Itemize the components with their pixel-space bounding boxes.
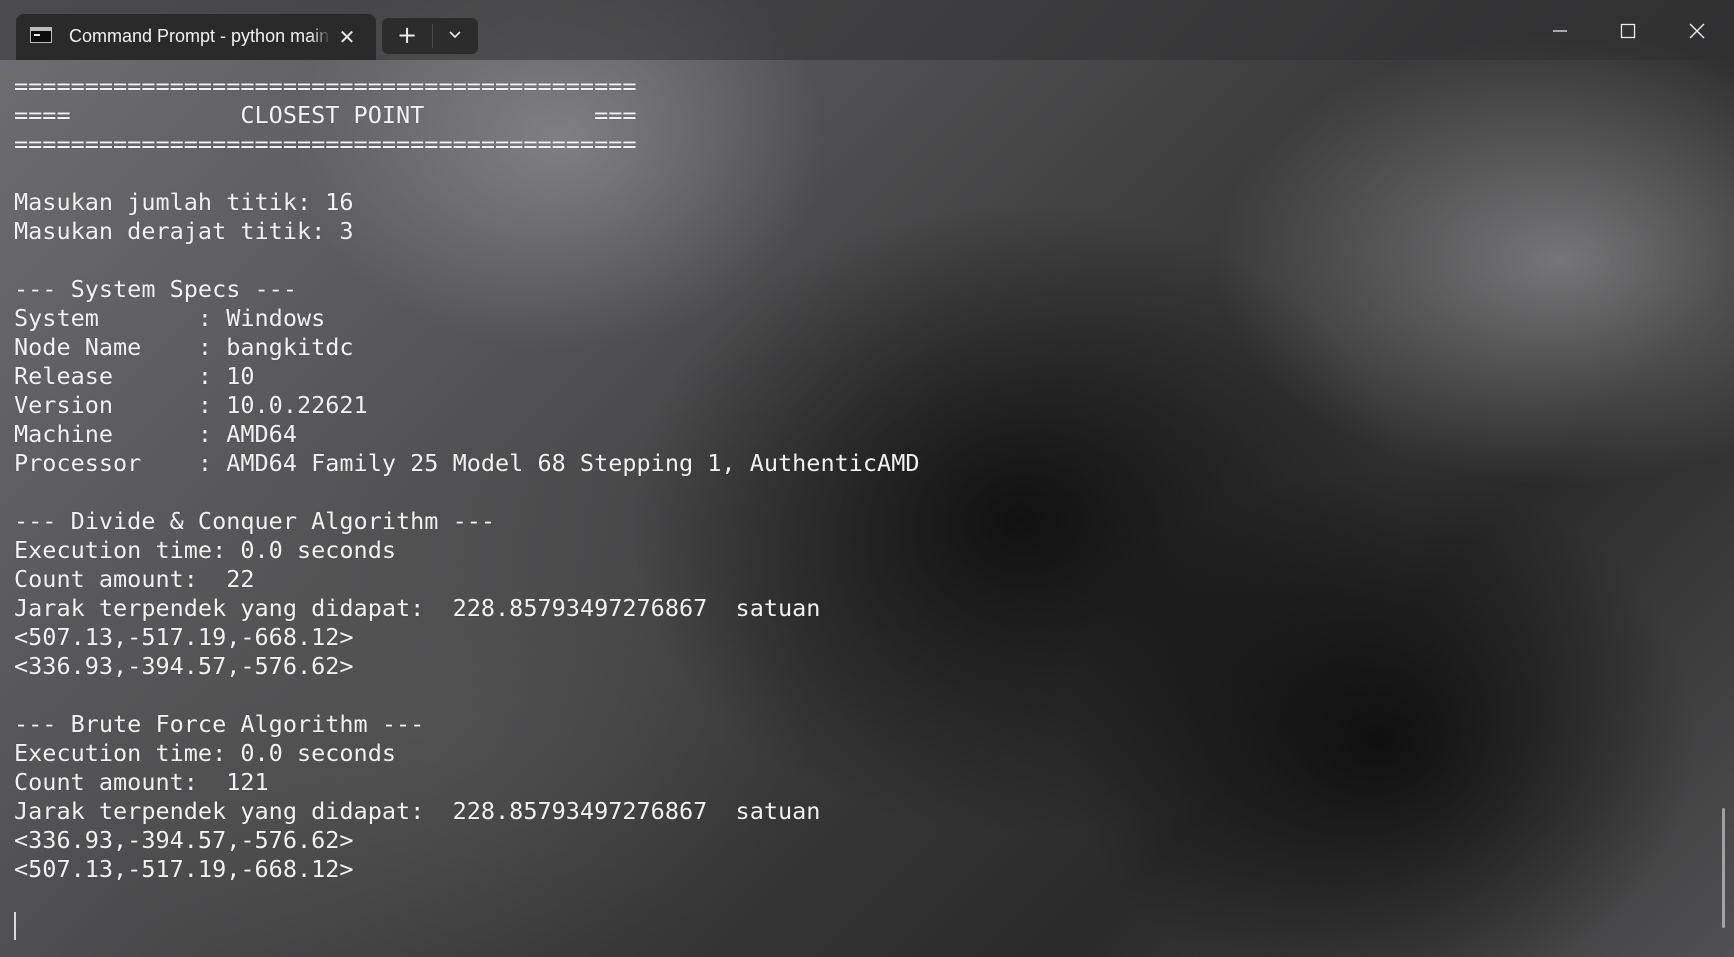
new-tab-button[interactable]: + — [382, 18, 432, 54]
close-button[interactable] — [1672, 10, 1722, 52]
chevron-down-icon — [449, 31, 461, 39]
tab-title: Command Prompt - python main.py — [69, 26, 331, 46]
terminal-line: Execution time: 0.0 seconds — [14, 739, 397, 767]
terminal-line: ==== CLOSEST POINT === — [14, 101, 637, 129]
terminal-line: System : Windows — [14, 304, 326, 332]
terminal-line: Jarak terpendek yang didapat: 228.857934… — [14, 594, 821, 622]
terminal-line: Version : 10.0.22621 — [14, 391, 368, 419]
terminal-line: ========================================… — [14, 130, 637, 158]
tab-command-prompt[interactable]: Command Prompt - python main.py ✕ — [16, 14, 376, 60]
close-icon — [1689, 23, 1705, 39]
minimize-icon — [1553, 30, 1567, 32]
terminal-line: Jarak terpendek yang didapat: 228.857934… — [14, 797, 821, 825]
terminal-line: Masukan jumlah titik: 16 — [14, 188, 354, 216]
terminal-window: Command Prompt - python main.py ✕ + ====… — [0, 0, 1734, 957]
terminal-output[interactable]: ========================================… — [14, 72, 1704, 952]
terminal-icon — [30, 27, 52, 43]
terminal-line: --- Divide & Conquer Algorithm --- — [14, 507, 496, 535]
title-bar[interactable]: Command Prompt - python main.py ✕ + — [0, 0, 1734, 60]
terminal-line: Processor : AMD64 Family 25 Model 68 Ste… — [14, 449, 920, 477]
text-cursor — [14, 912, 16, 940]
terminal-line: <336.93,-394.57,-576.62> — [14, 652, 354, 680]
terminal-line: Count amount: 22 — [14, 565, 255, 593]
maximize-icon — [1620, 23, 1636, 39]
terminal-line: --- System Specs --- — [14, 275, 297, 303]
terminal-line: <336.93,-394.57,-576.62> — [14, 826, 354, 854]
tab-dropdown-button[interactable] — [433, 18, 478, 54]
terminal-line: Machine : AMD64 — [14, 420, 297, 448]
tab-close-icon[interactable]: ✕ — [335, 25, 359, 49]
terminal-line: Node Name : bangkitdc — [14, 333, 354, 361]
terminal-line: <507.13,-517.19,-668.12> — [14, 623, 354, 651]
maximize-button[interactable] — [1603, 10, 1653, 52]
terminal-line: --- Brute Force Algorithm --- — [14, 710, 425, 738]
scrollbar-thumb[interactable] — [1722, 808, 1725, 928]
terminal-line: <507.13,-517.19,-668.12> — [14, 855, 354, 883]
terminal-line: Count amount: 121 — [14, 768, 269, 796]
terminal-line: ========================================… — [14, 72, 637, 100]
terminal-line: Release : 10 — [14, 362, 255, 390]
new-tab-group: + — [382, 18, 478, 54]
minimize-button[interactable] — [1535, 10, 1585, 52]
terminal-line: Masukan derajat titik: 3 — [14, 217, 354, 245]
terminal-line: Execution time: 0.0 seconds — [14, 536, 397, 564]
